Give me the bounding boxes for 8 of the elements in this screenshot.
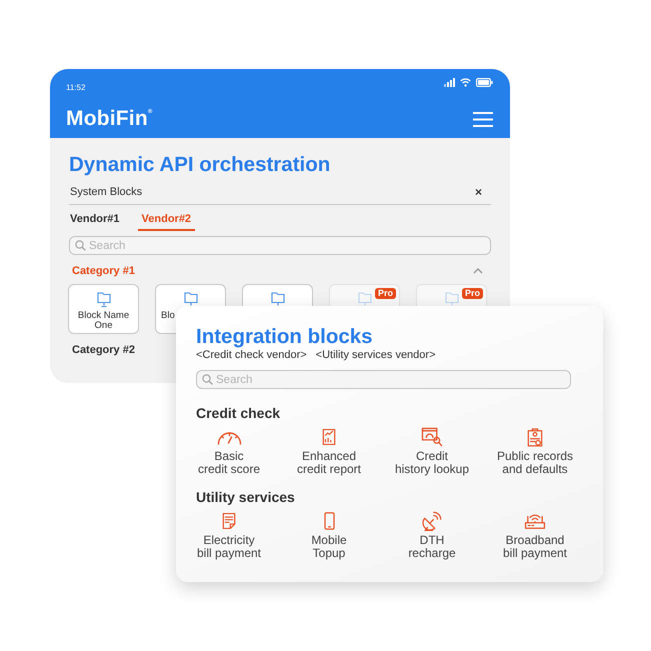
pro-badge: Pro — [462, 288, 483, 299]
status-time: 11:52 — [66, 82, 86, 92]
panel-label: System Blocks — [69, 185, 142, 199]
section-title: Credit check — [196, 405, 282, 421]
app-logo: MobiFin$^{®}$ — [66, 107, 152, 131]
section-title: Utility services — [196, 489, 296, 505]
pro-badge: Pro — [374, 288, 396, 299]
page-title: Dynamic API orchestration — [69, 152, 332, 177]
